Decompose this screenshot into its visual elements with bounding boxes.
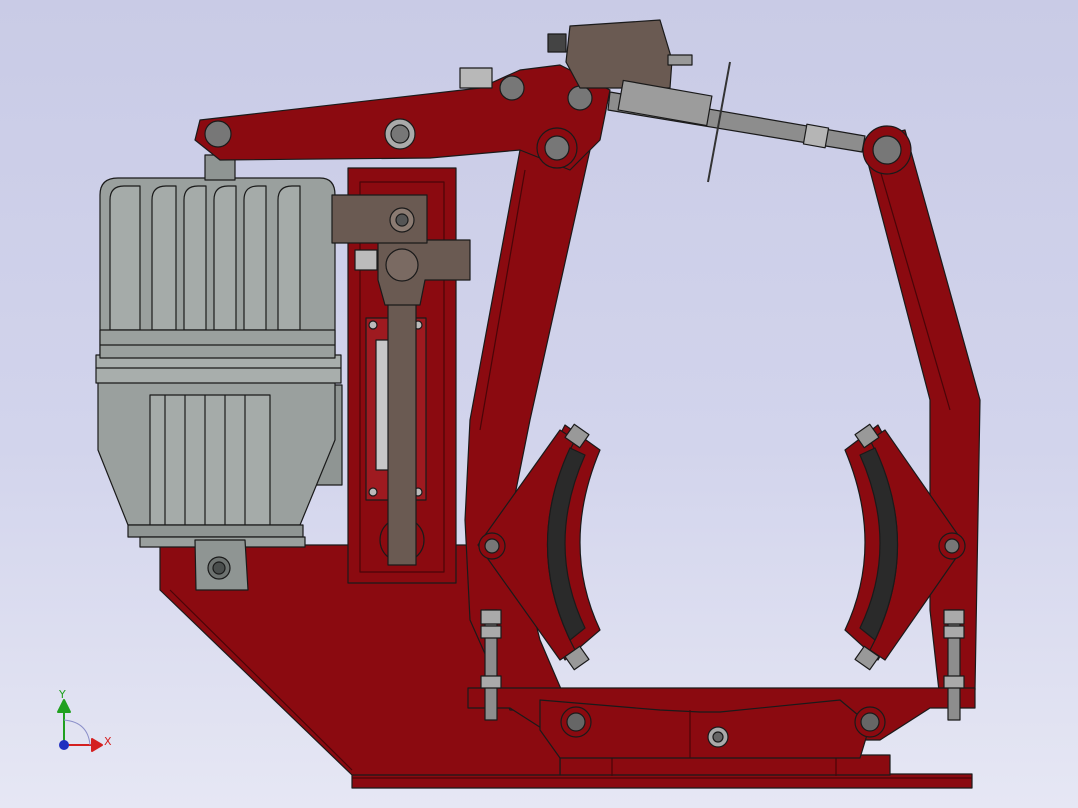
x-axis-label: X — [104, 735, 112, 748]
thruster-motor[interactable] — [95, 154, 343, 548]
brake-assembly-model[interactable]: Y X — [0, 0, 1078, 808]
top-lever-arm[interactable] — [194, 64, 611, 171]
y-axis-label: Y — [58, 688, 66, 701]
motor-foot[interactable] — [194, 539, 249, 591]
coordinate-triad: Y X — [57, 688, 112, 752]
cad-graphics-viewport[interactable]: Y X — [0, 0, 1078, 808]
